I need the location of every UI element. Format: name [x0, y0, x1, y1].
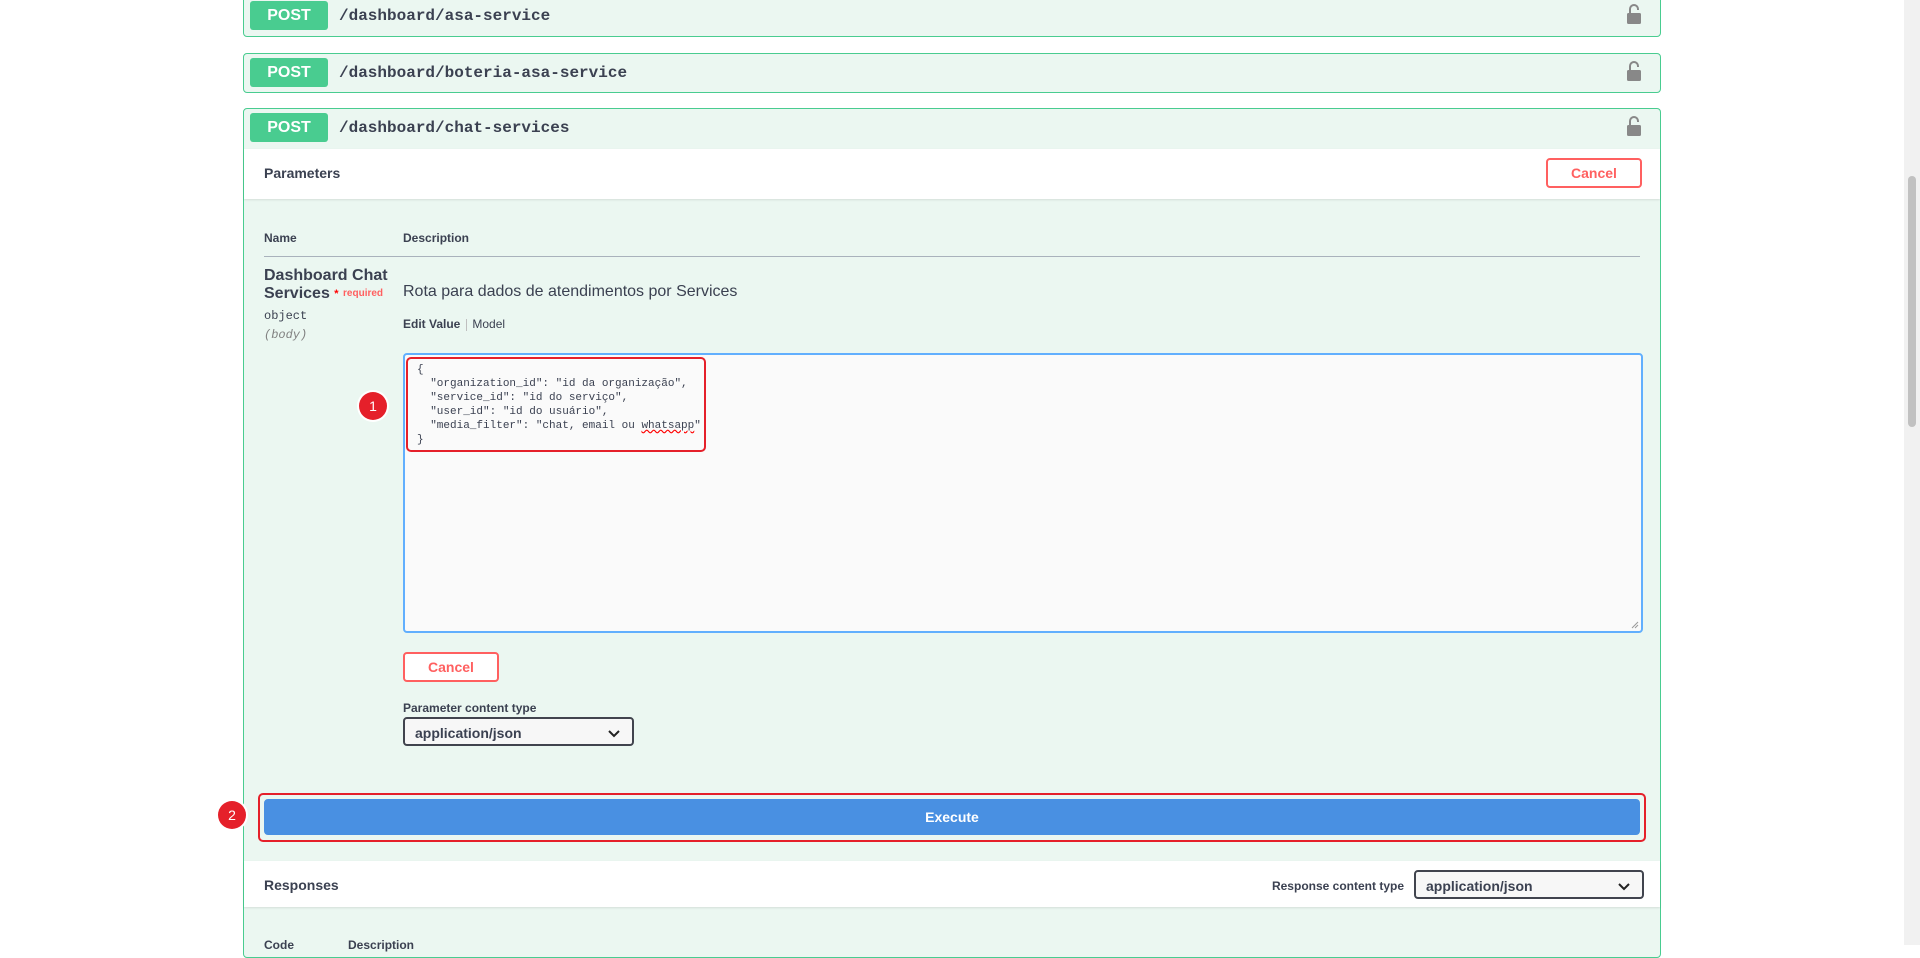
chevron-down-icon [608, 730, 620, 738]
operation-asa-service[interactable]: POST /dashboard/asa-service [243, 0, 1661, 37]
parameter-name: Dashboard Chat Services * required [264, 267, 394, 303]
parameter-location: (body) [264, 328, 308, 342]
tab-separator [466, 318, 468, 331]
scrollbar-thumb[interactable] [1908, 176, 1916, 427]
value-tabs: Edit Value Model [403, 317, 505, 331]
column-name-header: Name [264, 231, 297, 245]
method-badge: POST [250, 1, 328, 30]
body-cancel-button[interactable]: Cancel [403, 652, 499, 682]
responses-code-header: Code [264, 938, 294, 952]
column-description-header: Description [403, 231, 470, 245]
swagger-page: POST /dashboard/asa-service POST /dashbo… [0, 0, 1920, 958]
page-scrollbar[interactable] [1904, 0, 1920, 945]
highlight-box-step-1 [406, 357, 706, 452]
operation-header[interactable]: POST /dashboard/chat-services [244, 109, 1660, 147]
lock-icon[interactable] [1626, 3, 1642, 25]
required-star: * [334, 288, 339, 300]
response-content-type-select[interactable]: application/json [1414, 870, 1644, 899]
parameters-header: Parameters Cancel [244, 149, 1660, 199]
execute-button[interactable]: Execute [264, 799, 1640, 835]
responses-title: Responses [264, 877, 339, 893]
resize-handle-icon[interactable] [1631, 621, 1639, 629]
response-content-type-label: Response content type [1271, 879, 1404, 893]
select-value: application/json [415, 725, 522, 741]
method-badge: POST [250, 113, 328, 142]
operation-header[interactable]: POST /dashboard/asa-service [244, 0, 1660, 35]
cancel-button[interactable]: Cancel [1546, 158, 1642, 188]
tab-model[interactable]: Model [472, 317, 505, 331]
select-value: application/json [1426, 878, 1533, 894]
parameter-content-type-label: Parameter content type [403, 701, 537, 715]
operation-header[interactable]: POST /dashboard/boteria-asa-service [244, 54, 1660, 92]
operation-path: /dashboard/chat-services [339, 119, 570, 137]
step-marker-2: 2 [218, 801, 246, 829]
tab-edit-value[interactable]: Edit Value [403, 317, 460, 331]
operation-path: /dashboard/asa-service [339, 7, 551, 25]
operation-path: /dashboard/boteria-asa-service [339, 64, 628, 82]
chevron-down-icon [1618, 883, 1630, 891]
responses-description-header: Description [348, 938, 415, 952]
parameter-description: Rota para dados de atendimentos por Serv… [403, 283, 738, 300]
method-badge: POST [250, 58, 328, 87]
parameter-type: object [264, 309, 308, 323]
lock-icon[interactable] [1626, 60, 1642, 82]
required-label: required [343, 288, 384, 299]
step-marker-1: 1 [359, 392, 387, 420]
table-divider [264, 256, 1640, 257]
responses-header: Responses Response content type applicat… [244, 861, 1660, 907]
operation-chat-services: POST /dashboard/chat-services Parameters… [243, 108, 1661, 958]
lock-icon[interactable] [1626, 115, 1642, 137]
operation-boteria-asa-service[interactable]: POST /dashboard/boteria-asa-service [243, 53, 1661, 93]
parameters-title: Parameters [264, 165, 341, 181]
parameter-content-type-select[interactable]: application/json [403, 717, 634, 746]
